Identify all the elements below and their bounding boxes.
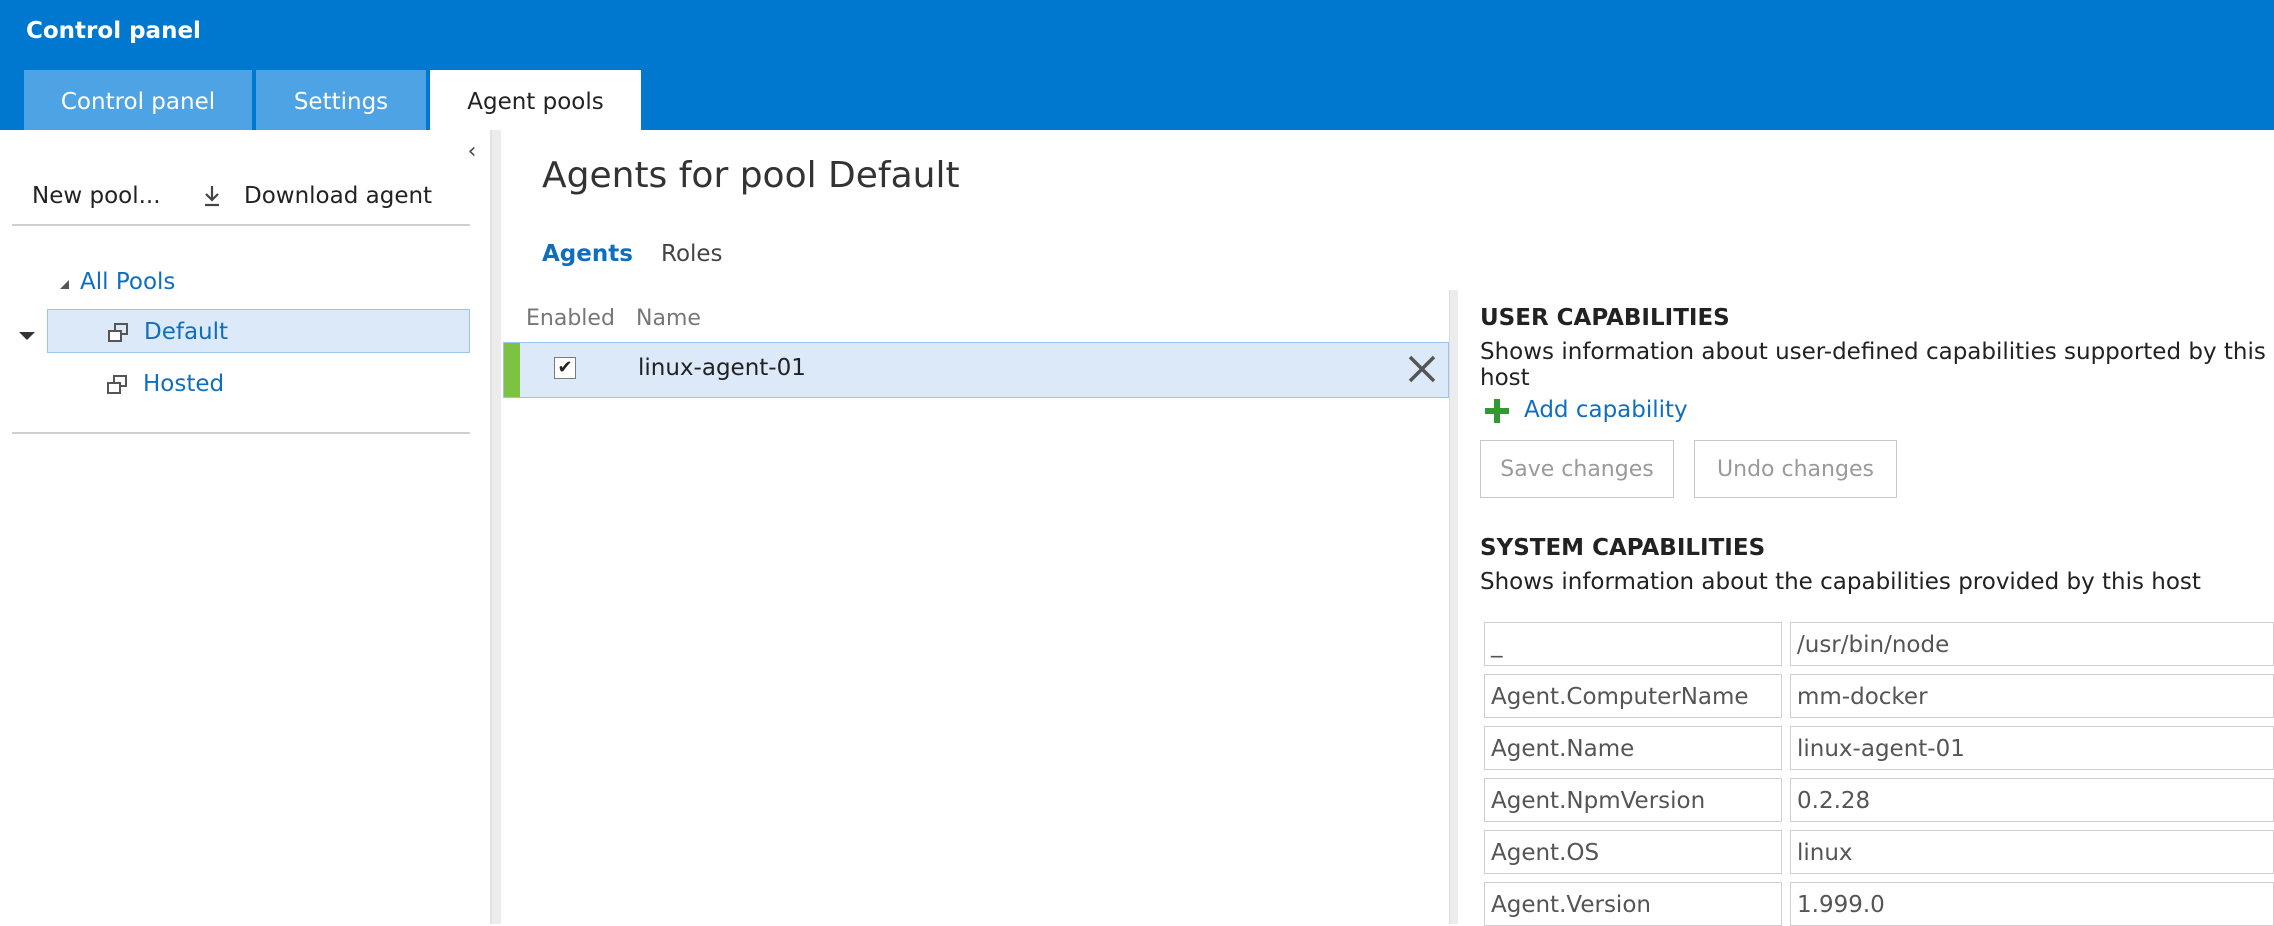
details-splitter[interactable] [1449, 290, 1458, 924]
dropdown-arrow-icon[interactable] [18, 330, 36, 342]
capability-value[interactable]: /usr/bin/node [1790, 622, 2274, 666]
tree-item-hosted[interactable]: Hosted [47, 362, 470, 406]
download-agent-label: Download agent [244, 183, 433, 209]
tab-agents[interactable]: Agents [542, 241, 633, 267]
close-icon [1408, 355, 1436, 383]
tree-item-label: Hosted [143, 371, 225, 397]
tree-item-label: Default [144, 319, 229, 345]
capability-value[interactable]: mm-docker [1790, 674, 2274, 718]
page-title: Agents for pool Default [542, 155, 960, 196]
pools-sidebar: ‹ New pool... Download agent All Pools D… [0, 130, 492, 924]
user-capabilities-title: USER CAPABILITIES [1480, 305, 1730, 331]
agent-enabled-checkbox[interactable]: ✔ [554, 357, 576, 379]
column-header-enabled[interactable]: Enabled [526, 306, 615, 331]
download-icon [205, 186, 219, 207]
system-capabilities-description: Shows information about the capabilities… [1480, 569, 2201, 595]
pool-icon [108, 323, 128, 342]
expanded-triangle-icon [60, 280, 69, 289]
agent-status-indicator [504, 343, 520, 397]
tab-agent-pools[interactable]: Agent pools [430, 70, 641, 130]
tab-control-panel[interactable]: Control panel [24, 70, 252, 130]
agent-row[interactable]: ✔ linux-agent-01 [503, 342, 1449, 398]
capability-value[interactable]: 0.2.28 [1790, 778, 2274, 822]
pool-icon [107, 375, 127, 394]
capability-key[interactable]: Agent.OS [1484, 830, 1782, 874]
undo-changes-button[interactable]: Undo changes [1694, 440, 1897, 498]
capability-key[interactable]: Agent.Version [1484, 882, 1782, 926]
capability-value[interactable]: 1.999.0 [1790, 882, 2274, 926]
all-pools-label: All Pools [80, 269, 176, 295]
panel-splitter[interactable] [492, 130, 501, 924]
app-title: Control panel [26, 18, 201, 44]
plus-icon [1485, 399, 1509, 423]
collapse-sidebar-icon[interactable]: ‹ [460, 138, 484, 166]
tree-item-all-pools[interactable]: All Pools [56, 260, 356, 304]
tree-item-default[interactable]: Default [47, 309, 470, 353]
tab-settings[interactable]: Settings [256, 70, 426, 130]
user-capabilities-description: Shows information about user-defined cap… [1480, 339, 2266, 391]
capability-key[interactable]: Agent.NpmVersion [1484, 778, 1782, 822]
capability-key[interactable]: _ [1484, 622, 1782, 666]
capability-value[interactable]: linux [1790, 830, 2274, 874]
tree-divider [12, 432, 470, 434]
agent-name: linux-agent-01 [638, 355, 806, 381]
save-changes-button[interactable]: Save changes [1480, 440, 1674, 498]
add-capability-label: Add capability [1524, 397, 1688, 423]
system-capabilities-title: SYSTEM CAPABILITIES [1480, 535, 1766, 561]
capability-key[interactable]: Agent.ComputerName [1484, 674, 1782, 718]
toolbar-divider [12, 224, 470, 226]
capability-value[interactable]: linux-agent-01 [1790, 726, 2274, 770]
new-pool-button[interactable]: New pool... [32, 176, 161, 216]
column-header-name[interactable]: Name [636, 306, 701, 331]
capability-key[interactable]: Agent.Name [1484, 726, 1782, 770]
delete-agent-icon[interactable] [1404, 351, 1440, 387]
tab-roles[interactable]: Roles [661, 241, 723, 267]
app-header: Control panel Control panel Settings Age… [0, 0, 2274, 130]
